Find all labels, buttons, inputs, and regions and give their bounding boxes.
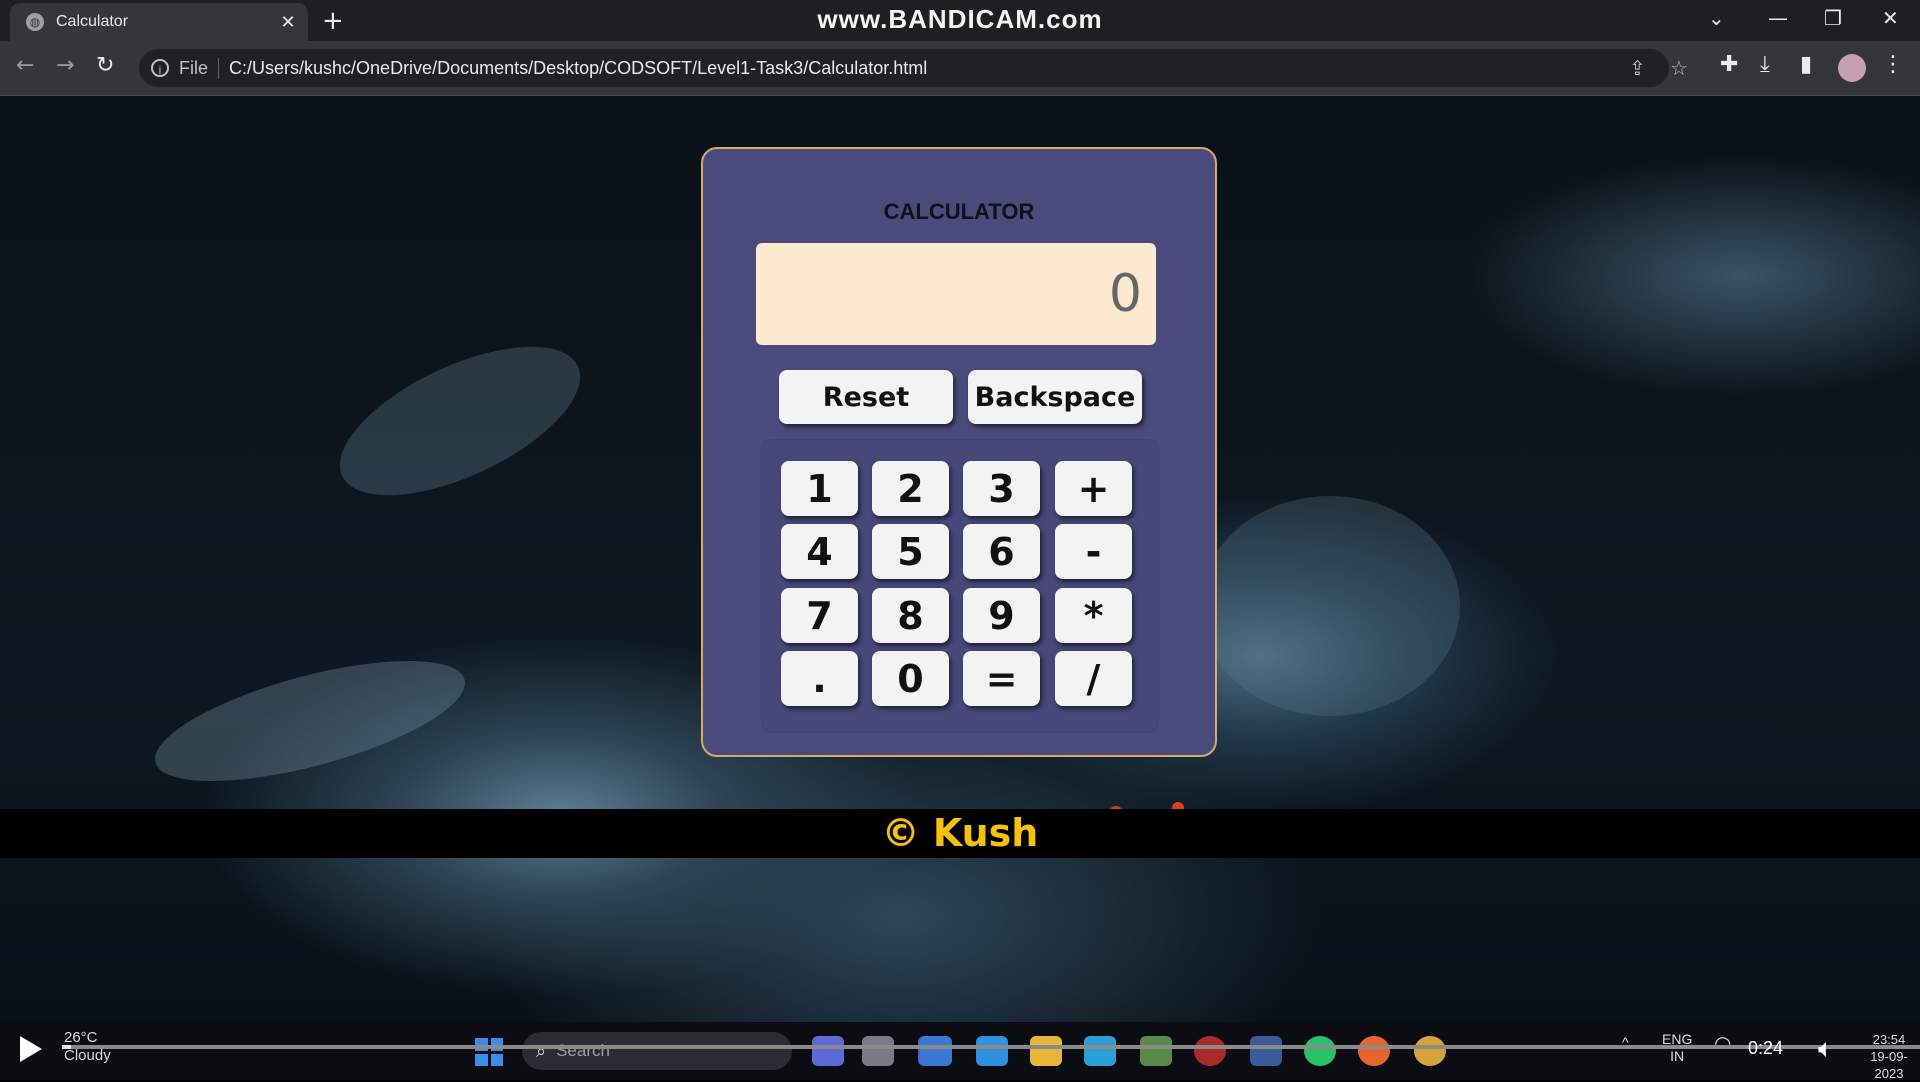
tab-search-icon[interactable]: ⌄ [1708, 6, 1725, 30]
store-app-icon[interactable] [920, 1036, 952, 1066]
keypad: 1 2 3 + 4 5 6 - 7 8 9 * . 0 = / [761, 439, 1159, 733]
reset-button[interactable]: Reset [779, 370, 953, 424]
footer-copyright: © Kush [881, 811, 1039, 855]
key-7[interactable]: 7 [781, 588, 858, 643]
app-icon[interactable] [1250, 1036, 1282, 1066]
player-progress-track[interactable] [62, 1045, 1920, 1049]
menu-kebab-icon[interactable]: ⋮ [1882, 52, 1904, 77]
wifi-icon[interactable]: ◠ [1714, 1034, 1731, 1054]
taskbar-search[interactable]: ⌕ Search [522, 1032, 792, 1070]
system-clock[interactable]: 23:54 19-09-2023 [1858, 1031, 1920, 1082]
search-icon: ⌕ [536, 1040, 547, 1061]
address-bar[interactable]: i File C:/Users/kushc/OneDrive/Documents… [139, 49, 1688, 87]
side-panel-icon[interactable]: ▮ [1800, 52, 1812, 77]
player-timecode: 0:24 [1748, 1038, 1784, 1058]
calculator-panel: CALCULATOR 0 Reset Backspace 1 2 3 + 4 5… [701, 147, 1217, 757]
language-code: ENG [1662, 1031, 1693, 1047]
key-divide[interactable]: / [1055, 651, 1132, 706]
taskview-app-icon[interactable] [812, 1036, 844, 1066]
play-icon[interactable] [20, 1036, 42, 1062]
url-scheme: File [179, 57, 220, 79]
background-shape [143, 636, 477, 806]
key-decimal[interactable]: . [781, 651, 858, 706]
key-8[interactable]: 8 [872, 588, 949, 643]
edge-app-icon[interactable] [1084, 1036, 1116, 1066]
vscode-app-icon[interactable] [976, 1036, 1008, 1066]
calculator-title: CALCULATOR [883, 199, 1035, 224]
file-explorer-app-icon[interactable] [1030, 1036, 1062, 1066]
region-code: IN [1670, 1048, 1685, 1064]
whatsapp-app-icon[interactable] [1304, 1036, 1336, 1066]
download-icon[interactable]: ⤓ [1760, 52, 1770, 77]
restore-icon[interactable]: ❐ [1824, 6, 1842, 30]
bandicam-app-icon[interactable] [1194, 1036, 1226, 1066]
taskbar [0, 1022, 1920, 1080]
key-4[interactable]: 4 [781, 524, 858, 579]
info-icon[interactable]: i [151, 59, 169, 77]
recording-watermark: www.BANDICAM.com [817, 4, 1103, 34]
key-minus[interactable]: - [1055, 524, 1132, 579]
key-6[interactable]: 6 [963, 524, 1040, 579]
clock-date: 19-09-2023 [1870, 1049, 1908, 1081]
language-indicator[interactable]: ENG IN [1662, 1031, 1692, 1065]
search-placeholder: Search [556, 1041, 610, 1060]
firefox-app-icon[interactable] [1358, 1036, 1390, 1066]
key-plus[interactable]: + [1055, 461, 1132, 516]
volume-icon[interactable]: 🔈︎ [1818, 1034, 1834, 1065]
key-5[interactable]: 5 [872, 524, 949, 579]
key-9[interactable]: 9 [963, 588, 1040, 643]
weather-condition: Cloudy [64, 1047, 111, 1064]
backspace-button[interactable]: Backspace [968, 370, 1142, 424]
url-text[interactable]: C:/Users/kushc/OneDrive/Documents/Deskto… [229, 58, 927, 79]
key-1[interactable]: 1 [781, 461, 858, 516]
close-window-icon[interactable]: ✕ [1882, 6, 1899, 30]
background-shape [1200, 496, 1460, 716]
forward-icon[interactable]: → [56, 53, 74, 78]
key-equals[interactable]: = [963, 651, 1040, 706]
page-background: CALCULATOR 0 Reset Backspace 1 2 3 + 4 5… [0, 96, 1920, 1022]
profile-avatar[interactable] [1838, 54, 1866, 82]
chrome-app-icon[interactable] [1414, 1036, 1446, 1066]
widgets-app-icon[interactable] [862, 1036, 894, 1066]
key-0[interactable]: 0 [872, 651, 949, 706]
calculator-display: 0 [756, 243, 1156, 345]
reload-icon[interactable]: ↻ [96, 53, 114, 78]
background-shape [318, 316, 602, 526]
app-icon[interactable] [1140, 1036, 1172, 1066]
clock-time: 23:54 [1872, 1032, 1906, 1047]
back-icon[interactable]: ← [16, 53, 34, 78]
share-icon[interactable]: ⇪ [1629, 56, 1646, 81]
minimize-icon[interactable]: — [1768, 6, 1788, 30]
windows-start-icon[interactable] [475, 1038, 503, 1066]
bookmark-star-icon[interactable]: ☆ [1670, 56, 1688, 81]
browser-toolbar: ← → ↻ i File C:/Users/kushc/OneDrive/Doc… [0, 41, 1920, 96]
key-3[interactable]: 3 [963, 461, 1040, 516]
tab-strip: ◍ Calculator ✕ + www.BANDICAM.com ⌄ — ❐ … [0, 0, 1920, 41]
player-progress-fill [62, 1045, 71, 1049]
extensions-icon[interactable]: ✚ [1720, 52, 1738, 77]
key-2[interactable]: 2 [872, 461, 949, 516]
show-hidden-icons-icon[interactable]: ^ [1622, 1034, 1629, 1051]
key-multiply[interactable]: * [1055, 588, 1132, 643]
